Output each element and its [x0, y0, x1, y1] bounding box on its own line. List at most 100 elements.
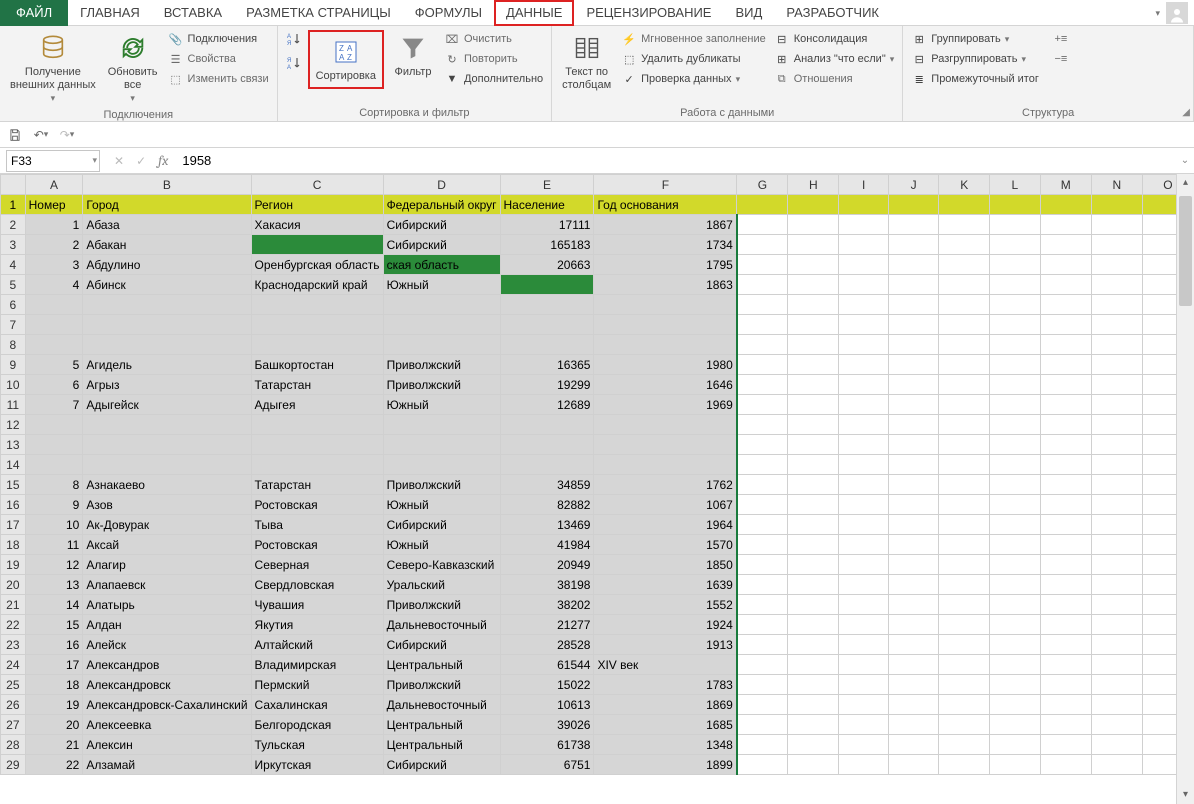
cell[interactable] — [594, 455, 737, 475]
row-header[interactable]: 2 — [1, 215, 26, 235]
scroll-up-icon[interactable]: ▴ — [1177, 174, 1194, 192]
cell[interactable] — [1040, 415, 1091, 435]
cell[interactable]: 18 — [25, 675, 83, 695]
sort-button[interactable]: ZAAZ Сортировка — [308, 30, 384, 89]
cell[interactable]: 15 — [25, 615, 83, 635]
cell[interactable]: Приволжский — [383, 375, 500, 395]
cell[interactable]: Алтайский — [251, 635, 383, 655]
cell[interactable] — [990, 255, 1040, 275]
cell[interactable]: 1913 — [594, 635, 737, 655]
cell[interactable] — [737, 255, 788, 275]
cell[interactable] — [889, 535, 939, 555]
cell[interactable] — [737, 455, 788, 475]
cell[interactable] — [939, 415, 990, 435]
cell[interactable]: Тыва — [251, 515, 383, 535]
cell[interactable]: Оренбургская область — [251, 255, 383, 275]
cell[interactable] — [1091, 255, 1142, 275]
cell[interactable] — [737, 415, 788, 435]
cell[interactable] — [1040, 355, 1091, 375]
cell[interactable]: 19299 — [500, 375, 594, 395]
cell[interactable] — [839, 595, 889, 615]
cell[interactable] — [990, 735, 1040, 755]
cell[interactable] — [788, 495, 839, 515]
cell[interactable] — [737, 555, 788, 575]
cell[interactable]: Чувашия — [251, 595, 383, 615]
cell[interactable] — [990, 615, 1040, 635]
cell[interactable] — [737, 715, 788, 735]
cell[interactable] — [500, 315, 594, 335]
cell[interactable] — [737, 395, 788, 415]
formula-input[interactable] — [176, 150, 1176, 172]
cell[interactable]: 1924 — [594, 615, 737, 635]
enter-icon[interactable]: ✓ — [136, 154, 146, 168]
cell[interactable]: Сибирский — [383, 235, 500, 255]
cell[interactable] — [889, 615, 939, 635]
cell[interactable]: 17 — [25, 655, 83, 675]
cell[interactable]: Ак-Довурак — [83, 515, 251, 535]
undo-button[interactable]: ↶ ▾ — [32, 126, 50, 144]
cell[interactable] — [594, 315, 737, 335]
cell[interactable]: Сибирский — [383, 515, 500, 535]
cell[interactable]: Агидель — [83, 355, 251, 375]
cell[interactable] — [939, 315, 990, 335]
cell[interactable]: 1552 — [594, 595, 737, 615]
cell[interactable] — [1040, 615, 1091, 635]
cell[interactable] — [839, 695, 889, 715]
cell[interactable] — [990, 295, 1040, 315]
cell[interactable] — [889, 595, 939, 615]
row-header[interactable]: 12 — [1, 415, 26, 435]
cell[interactable]: 17111 — [500, 215, 594, 235]
cell[interactable] — [1091, 495, 1142, 515]
cell[interactable] — [990, 575, 1040, 595]
dialog-launcher-icon[interactable]: ◢ — [1182, 107, 1190, 118]
cell[interactable] — [737, 315, 788, 335]
cell[interactable] — [889, 735, 939, 755]
cell[interactable]: 1980 — [594, 355, 737, 375]
cell[interactable] — [839, 755, 889, 775]
cell[interactable] — [1091, 755, 1142, 775]
cell[interactable] — [889, 555, 939, 575]
ungroup-button[interactable]: ⊟Разгруппировать ▾ — [909, 50, 1041, 68]
cell[interactable] — [1091, 555, 1142, 575]
show-detail-button[interactable]: +≡ — [1051, 30, 1071, 48]
cell[interactable]: XIV век — [594, 655, 737, 675]
cell[interactable] — [990, 695, 1040, 715]
cell[interactable] — [1091, 695, 1142, 715]
cell[interactable] — [737, 755, 788, 775]
cell[interactable] — [939, 395, 990, 415]
cell[interactable] — [737, 375, 788, 395]
flash-fill-button[interactable]: ⚡Мгновенное заполнение — [619, 30, 768, 48]
cell[interactable]: Алатырь — [83, 595, 251, 615]
cell[interactable]: Аксай — [83, 535, 251, 555]
cell[interactable]: Азов — [83, 495, 251, 515]
cell[interactable]: 12689 — [500, 395, 594, 415]
cell[interactable] — [788, 735, 839, 755]
cell[interactable] — [839, 575, 889, 595]
cell[interactable] — [839, 335, 889, 355]
cell[interactable] — [839, 275, 889, 295]
cell[interactable] — [990, 355, 1040, 375]
cell[interactable] — [889, 275, 939, 295]
connections-button[interactable]: 📎Подключения — [166, 30, 271, 48]
fx-icon[interactable]: fx — [158, 152, 168, 169]
cell[interactable] — [251, 415, 383, 435]
cell[interactable]: 13469 — [500, 515, 594, 535]
cell[interactable]: 3 — [25, 255, 83, 275]
cell[interactable] — [939, 755, 990, 775]
cell[interactable] — [1040, 275, 1091, 295]
select-all-corner[interactable] — [1, 175, 26, 195]
cell[interactable]: Южный — [383, 275, 500, 295]
tab-file[interactable]: ФАЙЛ — [0, 0, 68, 26]
tab-developer[interactable]: РАЗРАБОТЧИК — [774, 0, 891, 26]
cell[interactable] — [1040, 675, 1091, 695]
cell[interactable] — [889, 315, 939, 335]
cell[interactable] — [83, 415, 251, 435]
cell[interactable] — [788, 695, 839, 715]
column-header[interactable]: F — [594, 175, 737, 195]
cell[interactable] — [594, 295, 737, 315]
cell[interactable] — [251, 295, 383, 315]
cell[interactable] — [939, 515, 990, 535]
cell[interactable]: Федеральный округ — [383, 195, 500, 215]
cell[interactable]: Владимирская — [251, 655, 383, 675]
cell[interactable] — [939, 695, 990, 715]
